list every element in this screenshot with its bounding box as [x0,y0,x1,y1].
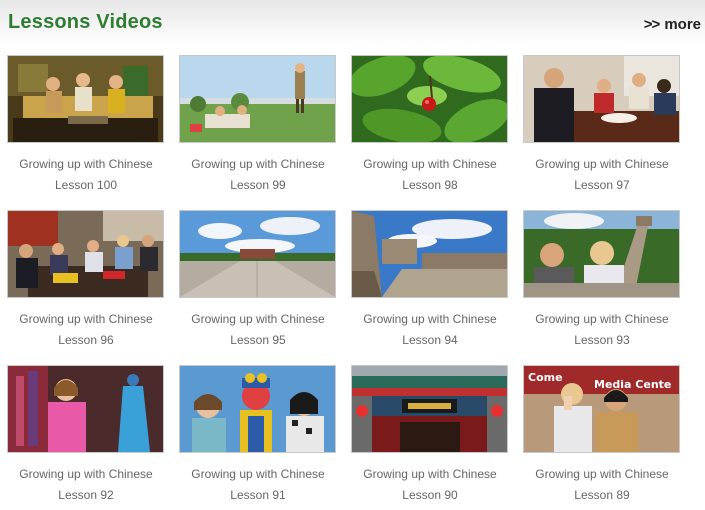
video-thumbnail[interactable] [351,365,508,453]
video-lesson-label[interactable]: Lesson 89 [523,485,681,506]
video-card-lesson-94[interactable]: Growing up with Chinese Lesson 94 [351,210,509,351]
more-label: more [664,16,701,33]
video-lesson-label[interactable]: Lesson 90 [351,485,509,506]
video-card-lesson-99[interactable]: Growing up with Chinese Lesson 99 [179,55,337,196]
video-thumbnail[interactable] [179,365,336,453]
video-lesson-label[interactable]: Lesson 97 [523,175,681,196]
video-series-title[interactable]: Growing up with Chinese [7,464,165,485]
video-lesson-label[interactable]: Lesson 96 [7,330,165,351]
svg-text:Media Cente: Media Cente [594,378,671,391]
video-lesson-label[interactable]: Lesson 99 [179,175,337,196]
video-thumbnail[interactable] [7,365,164,453]
svg-text:Come: Come [528,371,563,384]
video-lesson-label[interactable]: Lesson 92 [7,485,165,506]
video-lesson-label[interactable]: Lesson 98 [351,175,509,196]
video-series-title[interactable]: Growing up with Chinese [7,309,165,330]
video-thumbnail[interactable] [523,210,680,298]
video-lesson-label[interactable]: Lesson 91 [179,485,337,506]
video-card-lesson-98[interactable]: Growing up with Chinese Lesson 98 [351,55,509,196]
video-series-title[interactable]: Growing up with Chinese [179,309,337,330]
video-thumbnail[interactable] [523,55,680,143]
video-card-lesson-95[interactable]: Growing up with Chinese Lesson 95 [179,210,337,351]
video-thumbnail[interactable]: Come Media Cente [523,365,680,453]
video-series-title[interactable]: Growing up with Chinese [179,154,337,175]
video-series-title[interactable]: Growing up with Chinese [179,464,337,485]
video-lesson-label[interactable]: Lesson 95 [179,330,337,351]
double-chevron-right-icon: >> [643,16,661,33]
video-thumbnail[interactable] [351,210,508,298]
video-thumbnail[interactable] [351,55,508,143]
video-card-lesson-96[interactable]: Growing up with Chinese Lesson 96 [7,210,165,351]
video-series-title[interactable]: Growing up with Chinese [7,154,165,175]
video-lesson-label[interactable]: Lesson 100 [7,175,165,196]
section-header: Lessons Videos >> more [0,0,705,46]
video-thumbnail[interactable] [7,55,164,143]
video-series-title[interactable]: Growing up with Chinese [523,464,681,485]
video-series-title[interactable]: Growing up with Chinese [351,154,509,175]
video-card-lesson-91[interactable]: Growing up with Chinese Lesson 91 [179,365,337,506]
video-series-title[interactable]: Growing up with Chinese [523,309,681,330]
video-lesson-label[interactable]: Lesson 93 [523,330,681,351]
more-link[interactable]: >> more [644,16,701,33]
video-card-lesson-90[interactable]: Growing up with Chinese Lesson 90 [351,365,509,506]
video-series-title[interactable]: Growing up with Chinese [351,309,509,330]
video-card-lesson-100[interactable]: Growing up with Chinese Lesson 100 [7,55,165,196]
video-lesson-label[interactable]: Lesson 94 [351,330,509,351]
video-card-lesson-97[interactable]: Growing up with Chinese Lesson 97 [523,55,681,196]
video-thumbnail[interactable] [179,210,336,298]
section-title: Lessons Videos [8,11,163,33]
video-series-title[interactable]: Growing up with Chinese [351,464,509,485]
video-card-lesson-89[interactable]: Come Media Cente Growing up with Chinese… [523,365,681,506]
video-card-lesson-92[interactable]: Growing up with Chinese Lesson 92 [7,365,165,506]
video-thumbnail[interactable] [179,55,336,143]
video-thumbnail[interactable] [7,210,164,298]
video-card-lesson-93[interactable]: Growing up with Chinese Lesson 93 [523,210,681,351]
video-series-title[interactable]: Growing up with Chinese [523,154,681,175]
